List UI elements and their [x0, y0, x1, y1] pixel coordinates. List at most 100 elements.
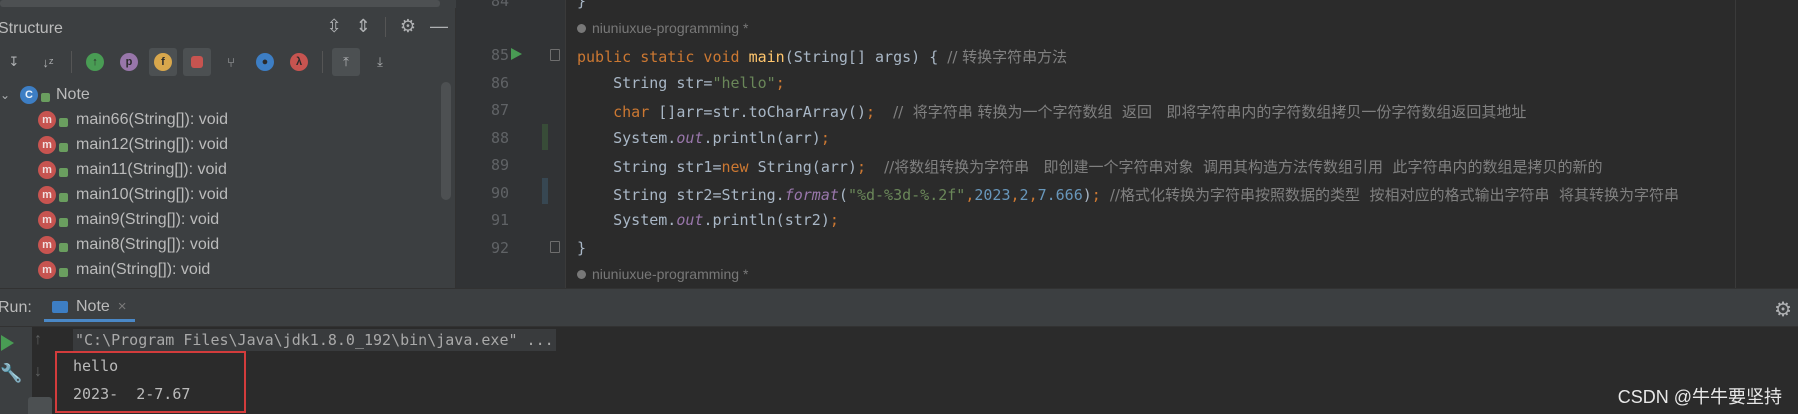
scrollbar-thumb[interactable]: [0, 0, 440, 7]
sort-alphabetically-icon[interactable]: ↓ᶻ: [34, 48, 62, 76]
line-number: 85: [490, 46, 509, 64]
line-number: 87: [490, 101, 509, 119]
wrench-icon[interactable]: 🔧: [0, 363, 22, 384]
run-label: Run:: [0, 299, 32, 316]
code-editor[interactable]: 84 85 86 87 88 89 90 91 92 } niuniuxue-p…: [456, 0, 1798, 288]
method-icon: m: [38, 210, 56, 229]
author-hint: niuniuxue-programming *: [577, 20, 748, 36]
code-comment: // 转换字符串方法: [947, 48, 1068, 66]
change-marker: [542, 178, 548, 204]
show-non-public-icon[interactable]: [183, 48, 211, 76]
code-comment: //格式化转换为字符串按照数据的类型 按相对应的格式输出字符串 将其转换为字符串: [1109, 186, 1680, 204]
code-line: String str2=String.format("%d-%3d-%.2f",…: [577, 186, 1680, 204]
panel-title: Structure: [0, 20, 63, 37]
structure-scrollbar[interactable]: [441, 82, 451, 200]
tree-item[interactable]: m main9(String[]): void: [0, 207, 440, 232]
divider: [384, 16, 386, 37]
method-icon: m: [38, 135, 56, 154]
run-panel: Run: Note × ⚙ 🔧 ↑ ↓ "C:\Program Files\Ja…: [0, 288, 1798, 414]
method-icon: m: [38, 110, 56, 129]
tree-item-label: main8(String[]): void: [76, 235, 220, 253]
arrow-up-icon[interactable]: ↑: [34, 331, 42, 349]
tree-root-label: Note: [56, 85, 90, 103]
method-icon: m: [38, 235, 56, 254]
fold-icon[interactable]: [550, 49, 560, 61]
code-line: String str="hello";: [577, 74, 785, 92]
show-anonymous-icon[interactable]: ⑂: [217, 48, 245, 76]
line-number: 90: [490, 184, 509, 202]
watermark: CSDN @牛牛要坚持: [1617, 387, 1782, 407]
top-scrollbar[interactable]: [0, 0, 456, 8]
fold-icon[interactable]: [550, 241, 560, 253]
code-line: }: [577, 0, 587, 10]
tree-item[interactable]: m main66(String[]): void: [0, 107, 440, 132]
tree-item-label: main(String[]): void: [76, 260, 211, 278]
line-number: 88: [490, 129, 509, 147]
console-command: "C:\Program Files\Java\jdk1.8.0_192\bin\…: [73, 329, 556, 351]
line-number: 91: [490, 211, 509, 229]
change-marker: [542, 124, 548, 150]
chevron-down-icon[interactable]: ⌄: [0, 88, 20, 102]
run-tab-note[interactable]: Note ×: [44, 294, 135, 322]
editor-gutter: 84 85 86 87 88 89 90 91 92: [456, 0, 566, 288]
output-highlight-box: [55, 351, 246, 413]
line-number: 84: [490, 0, 509, 10]
code-line: char []arr=str.toCharArray(); // 将字符串 转换…: [613, 103, 1527, 121]
console-icon: [52, 300, 68, 313]
lambda-icon[interactable]: λ: [285, 48, 313, 76]
code-comment: //将数组转换为字符串 即创建一个字符串对象 调用其构造方法传数组引用 此字符串…: [884, 158, 1603, 176]
soft-wrap-icon[interactable]: [28, 397, 52, 414]
tree-root[interactable]: ⌄ C Note: [0, 82, 440, 107]
autoscroll-from-source-icon[interactable]: ⤓: [366, 48, 394, 76]
autoscroll-to-source-icon[interactable]: ⤒: [332, 48, 360, 76]
code-line: String str1=new String(arr); //将数组转换为字符串…: [577, 158, 1603, 176]
show-lambdas-icon[interactable]: ●: [251, 48, 279, 76]
divider: [71, 51, 72, 73]
show-properties-icon[interactable]: p: [115, 48, 143, 76]
divider: [322, 51, 323, 73]
code-comment: // 将字符串 转换为一个字符数组 返回 即将字符串内的字符数组拷贝一份字符数组…: [893, 103, 1527, 121]
show-inherited-icon[interactable]: ↑: [81, 48, 109, 76]
public-lock-icon: [59, 168, 68, 177]
structure-toolbar: ↧ ↓ᶻ ↑ p f ⑂ ● λ ⤒ ⤓: [0, 46, 456, 78]
collapse-all-icon[interactable]: ⇕: [356, 16, 371, 37]
run-toolbar: Run: Note × ⚙: [0, 289, 1798, 327]
expand-all-icon[interactable]: ⇳: [327, 16, 342, 37]
sort-by-visibility-icon[interactable]: ↧: [0, 48, 28, 76]
gear-icon[interactable]: ⚙: [1774, 297, 1792, 322]
line-number: 89: [490, 156, 509, 174]
method-icon: m: [38, 185, 56, 204]
minimize-icon[interactable]: —: [430, 16, 448, 37]
structure-panel: Structure ⇳ ⇕ ⚙ — ↧ ↓ᶻ ↑ p f ⑂ ● λ ⤒ ⤓ ⌄…: [0, 0, 456, 288]
line-number: 92: [490, 239, 509, 257]
public-lock-icon: [41, 93, 50, 102]
author-name: niuniuxue-programming *: [592, 266, 749, 282]
tree-item-label: main11(String[]): void: [76, 160, 227, 178]
rerun-icon[interactable]: [1, 335, 14, 351]
arrow-down-icon[interactable]: ↓: [34, 363, 42, 381]
code-line: System.out.println(arr);: [577, 129, 830, 147]
gear-icon[interactable]: ⚙: [400, 16, 416, 37]
code-line: }: [577, 239, 587, 257]
structure-tree: ⌄ C Note m main66(String[]): void m main…: [0, 82, 440, 282]
run-gutter-icon[interactable]: [511, 48, 522, 60]
method-icon: m: [38, 260, 56, 279]
code-line: System.out.println(str2);: [577, 211, 839, 229]
tree-item[interactable]: m main8(String[]): void: [0, 232, 440, 257]
close-icon[interactable]: ×: [118, 298, 127, 315]
public-lock-icon: [59, 268, 68, 277]
public-lock-icon: [59, 193, 68, 202]
class-icon: C: [20, 85, 38, 104]
tree-item[interactable]: m main11(String[]): void: [0, 157, 440, 182]
public-lock-icon: [59, 118, 68, 127]
tab-label: Note: [76, 297, 110, 315]
header-actions: ⇳ ⇕ ⚙ —: [327, 16, 448, 37]
tree-item[interactable]: m main12(String[]): void: [0, 132, 440, 157]
editor-right-margin: [1735, 0, 1736, 288]
show-fields-icon[interactable]: f: [149, 48, 177, 76]
tree-item[interactable]: m main(String[]): void: [0, 257, 440, 282]
author-name: niuniuxue-programming *: [592, 20, 749, 36]
code-line: public static void main(String[] args) {…: [577, 48, 1068, 66]
tree-item[interactable]: m main10(String[]): void: [0, 182, 440, 207]
tree-item-label: main66(String[]): void: [76, 110, 229, 128]
